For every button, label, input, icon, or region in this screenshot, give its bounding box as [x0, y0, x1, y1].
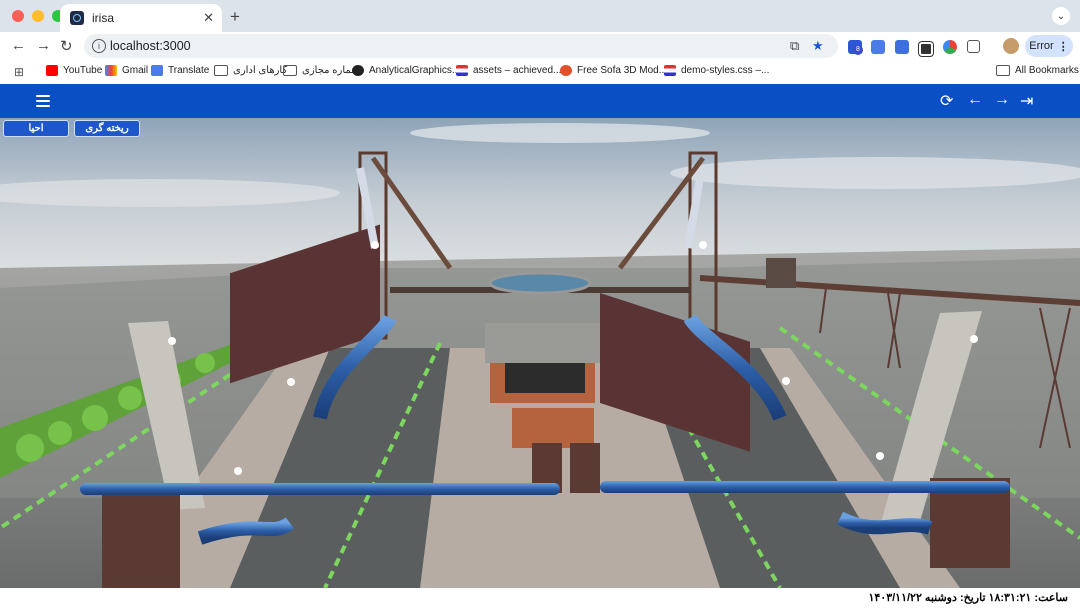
bookmark-star-icon[interactable]: ★ [812, 38, 824, 54]
window-controls [12, 10, 64, 22]
sofa-favicon-icon [560, 65, 572, 76]
demo-favicon-icon [664, 65, 676, 76]
tab-search-chevron-icon[interactable]: ⌄ [1052, 7, 1070, 25]
extension-badge: 8 [853, 45, 863, 55]
browser-toolbar: ← → ↻ i localhost:3000 ⧉ ★ 8 [0, 32, 1080, 60]
tab-strip: irisa ✕ + ⌄ [0, 0, 1080, 32]
3d-plant-viewport[interactable] [0, 118, 1080, 588]
bookmarks-bar: ⊞ YouTube Gmail Translate کارهای اداری ش… [0, 60, 1080, 84]
app-header: ⟳ ← → ⇥ [0, 84, 1080, 118]
install-app-icon[interactable]: ⧉ [790, 38, 799, 54]
all-bookmarks[interactable]: All Bookmarks [996, 65, 1079, 76]
arrow-left-icon[interactable]: ← [967, 91, 983, 109]
address-url[interactable]: localhost:3000 [110, 39, 191, 53]
browser-tab[interactable]: irisa ✕ [60, 4, 222, 32]
folder-icon [283, 65, 297, 76]
bookmark-translate[interactable]: Translate [151, 65, 209, 76]
bookmark-youtube[interactable]: YouTube [46, 65, 102, 76]
mode-button-reduction[interactable]: احیا [3, 120, 69, 137]
close-tab-icon[interactable]: ✕ [203, 10, 214, 26]
more-menu-icon: ⋮ [1057, 40, 1069, 53]
logout-icon[interactable]: ⇥ [1020, 91, 1033, 111]
refresh-icon[interactable]: ⟳ [940, 91, 953, 111]
close-window-button[interactable] [12, 10, 24, 22]
extensions-puzzle-icon[interactable] [967, 40, 980, 53]
bookmark-folder-office[interactable]: کارهای اداری [214, 65, 287, 76]
app-favicon-icon [70, 11, 84, 25]
forward-arrow-icon[interactable]: → [36, 37, 51, 54]
bookmark-analyticalgraphics[interactable]: AnalyticalGraphics... [352, 65, 460, 76]
github-icon [352, 65, 364, 76]
browser-chrome: irisa ✕ + ⌄ ← → ↻ i localhost:3000 ⧉ ★ 8… [0, 0, 1080, 84]
folder-icon [996, 65, 1010, 76]
apps-grid-icon[interactable]: ⊞ [14, 65, 24, 79]
assets-favicon-icon [456, 65, 468, 76]
youtube-icon [46, 65, 58, 76]
bookmark-gmail[interactable]: Gmail [105, 65, 148, 76]
gmail-icon [105, 65, 117, 76]
datetime-readout: ساعت: ۱۸:۳۱:۲۱ تاریخ: دوشنبه ۱۴۰۳/۱۱/۲۲ [868, 592, 1068, 604]
status-bar: ساعت: ۱۸:۳۱:۲۱ تاریخ: دوشنبه ۱۴۰۳/۱۱/۲۲ [0, 588, 1080, 608]
error-label: Error [1029, 40, 1054, 52]
bookmark-free-sofa[interactable]: Free Sofa 3D Mod... [560, 65, 667, 76]
qr-extension-icon[interactable] [919, 42, 933, 56]
site-info-icon[interactable]: i [92, 39, 106, 53]
hamburger-menu-icon[interactable] [36, 95, 50, 107]
translate-extension-icon[interactable] [871, 40, 885, 54]
arrow-right-icon[interactable]: → [994, 91, 1010, 109]
new-tab-icon[interactable]: + [230, 7, 240, 27]
folder-icon [214, 65, 228, 76]
profile-avatar[interactable] [1003, 38, 1019, 54]
tab-title: irisa [92, 11, 115, 25]
back-arrow-icon[interactable]: ← [11, 37, 26, 54]
bookmark-demo-styles[interactable]: demo-styles.css –... [664, 65, 769, 76]
reload-icon[interactable]: ↻ [60, 37, 73, 55]
address-bar[interactable]: i localhost:3000 ⧉ ★ [84, 34, 838, 58]
minimize-window-button[interactable] [32, 10, 44, 22]
bookmark-assets[interactable]: assets – achieved... [456, 65, 561, 76]
error-profile-button[interactable]: Error ⋮ [1025, 35, 1073, 57]
factory-scene [0, 118, 1080, 588]
translate-icon [151, 65, 163, 76]
translate-extension-2-icon[interactable] [895, 40, 909, 54]
color-extension-icon[interactable] [943, 40, 957, 54]
bookmark-folder-virtual-number[interactable]: شماره مجازی [283, 65, 360, 76]
mode-button-casting[interactable]: ریخته گری [74, 120, 140, 137]
